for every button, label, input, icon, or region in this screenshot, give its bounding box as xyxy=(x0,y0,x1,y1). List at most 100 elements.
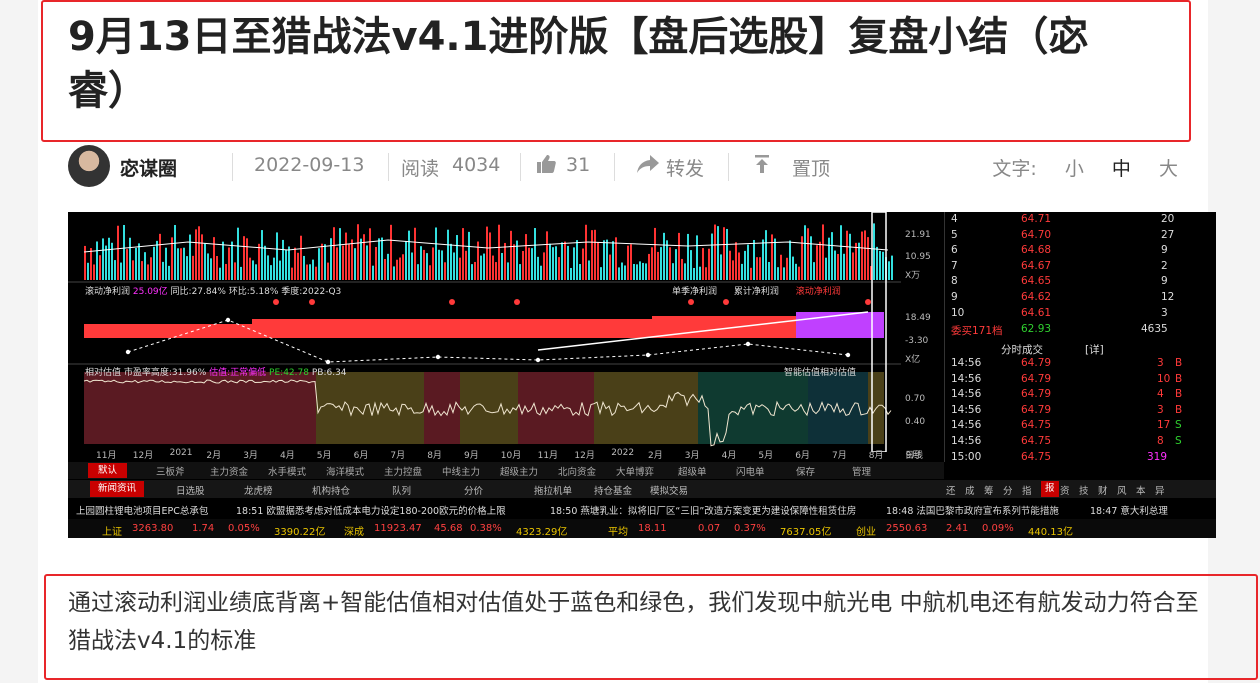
info-tab[interactable]: 分价 xyxy=(464,483,483,497)
volume-bar xyxy=(630,244,632,280)
info-tab[interactable]: 龙虎榜 xyxy=(244,483,273,497)
volume-bar xyxy=(228,247,230,280)
info-tab[interactable]: 模拟交易 xyxy=(650,483,688,497)
quote-side-tab[interactable]: 本 xyxy=(1136,483,1146,497)
quote-side-tab[interactable]: 技 xyxy=(1079,483,1089,497)
trade-row: 14:56 64.75 17 S xyxy=(951,419,1211,434)
quote-side-tab[interactable]: 指 xyxy=(1022,483,1032,497)
quote-side-tab[interactable]: 筹 xyxy=(984,483,994,497)
index-pct: 0.09% xyxy=(982,523,1014,534)
tab-rolling-profit[interactable]: 滚动净利润 xyxy=(796,287,841,297)
pin-icon[interactable] xyxy=(752,153,772,180)
volume-bar xyxy=(165,247,167,280)
indicator-tab[interactable]: 北向资金 xyxy=(558,464,596,478)
volume-bar xyxy=(153,246,155,280)
index-name[interactable]: 平均 xyxy=(608,523,628,538)
indicator-tab[interactable]: 三板斧 xyxy=(156,464,185,478)
quote-side-tab[interactable]: 风 xyxy=(1117,483,1127,497)
share-icon[interactable] xyxy=(636,153,660,180)
indicator-tab[interactable]: 默认 xyxy=(88,463,128,478)
news-item[interactable]: 18:51 欧盟据悉考虑对低成本电力设定180-200欧元的价格上限 xyxy=(236,503,506,517)
article-body: 通过滚动利润业绩底背离+智能估值相对估值处于蓝色和绿色，我们发现中航光电 中航机… xyxy=(68,590,1199,654)
volume-bar xyxy=(819,241,821,280)
volume-bar xyxy=(747,244,749,280)
ask-row: 5 64.70 27 xyxy=(951,229,1211,244)
font-size-switch: 文字: 小 中 大 xyxy=(970,154,1178,181)
pin-button[interactable]: 置顶 xyxy=(792,154,830,181)
quote-side-tab[interactable]: 还 xyxy=(946,483,956,497)
quote-side-tab[interactable]: 资 xyxy=(1060,483,1070,497)
profit-header: 滚动净利润 25.09亿 同比:27.84% 环比:5.18% 季度:2022-… xyxy=(85,287,342,297)
indicator-tab[interactable]: 超级单 xyxy=(678,464,707,478)
indicator-tab[interactable]: 水手模式 xyxy=(268,464,306,478)
news-item[interactable]: 18:48 法国巴黎市政府宣布系列节能措施 xyxy=(886,503,1059,517)
volume-bar xyxy=(744,250,746,280)
volume-bar xyxy=(132,260,134,280)
volume-bar xyxy=(282,239,284,280)
like-count[interactable]: 31 xyxy=(566,154,590,176)
volume-bar xyxy=(426,253,428,280)
order-book-panel: 4 64.71 20 5 64.70 27 6 64.68 9 7 64.67 2 8 64.65 9 9 64… xyxy=(944,212,1216,463)
volume-bar xyxy=(450,243,452,280)
news-item[interactable]: 18:47 意大利总理 xyxy=(1090,503,1168,517)
volume-bar xyxy=(423,249,425,280)
quote-side-tab[interactable]: 财 xyxy=(1098,483,1108,497)
volume-bar xyxy=(639,261,641,280)
info-tab[interactable]: 机构持仓 xyxy=(312,483,350,497)
valuation-zone xyxy=(460,372,518,444)
quote-side-tab[interactable]: 异 xyxy=(1155,483,1165,497)
index-price: 11923.47 xyxy=(374,523,422,534)
news-item[interactable]: 18:50 燕塘乳业：拟将旧厂区“三旧”改造方案变更为建设保障性租赁住房 xyxy=(550,503,856,517)
quote-side-tab[interactable]: 分 xyxy=(1003,483,1013,497)
volume-bar xyxy=(783,267,785,280)
volume-bar xyxy=(669,247,671,280)
volume-bar xyxy=(795,263,797,280)
indicator-tab[interactable]: 闪电单 xyxy=(736,464,765,478)
info-tab[interactable]: 日选股 xyxy=(176,483,205,497)
quote-side-tab[interactable]: 成 xyxy=(965,483,975,497)
quote-side-tab[interactable]: 报 xyxy=(1041,481,1059,497)
volume-bar xyxy=(711,233,713,280)
tab-quarter-profit[interactable]: 单季净利润 xyxy=(672,287,717,297)
indicator-tab[interactable]: 主力控盘 xyxy=(384,464,422,478)
like-button[interactable] xyxy=(535,153,557,180)
ask-row: 4 64.71 20 xyxy=(951,213,1211,228)
indicator-tab[interactable]: 管理 xyxy=(852,464,871,478)
volume-bar xyxy=(297,252,299,280)
volume-bar xyxy=(663,232,665,280)
font-large-option[interactable]: 大 xyxy=(1159,158,1178,180)
report-marker xyxy=(273,299,279,305)
volume-bar xyxy=(648,253,650,280)
font-medium-option[interactable]: 中 xyxy=(1112,158,1131,180)
indicator-tab[interactable]: 海洋模式 xyxy=(326,464,364,478)
info-tab[interactable]: 拖拉机单 xyxy=(534,483,572,497)
volume-bar xyxy=(252,260,254,280)
indicator-tab[interactable]: 保存 xyxy=(796,464,815,478)
indicator-tab[interactable]: 中线主力 xyxy=(442,464,480,478)
info-tab[interactable]: 队列 xyxy=(392,483,411,497)
ask-row: 6 64.68 9 xyxy=(951,244,1211,259)
share-button[interactable]: 转发 xyxy=(666,154,704,181)
index-change: 2.41 xyxy=(946,523,969,534)
author-name[interactable]: 宓谋圈 xyxy=(120,154,177,181)
vol-axis-label: 21.91 xyxy=(905,230,931,240)
vol-unit-label: X万 xyxy=(905,271,921,281)
indicator-tab[interactable]: 大单博弈 xyxy=(616,464,654,478)
info-tab[interactable]: 新闻资讯 xyxy=(90,481,145,497)
author-avatar[interactable] xyxy=(68,145,110,187)
index-name[interactable]: 上证 xyxy=(102,523,122,538)
trade-side: B xyxy=(1175,372,1183,385)
news-item[interactable]: 上园圆柱锂电池项目EPC总承包 xyxy=(76,503,208,517)
stock-software-screenshot: 滚动净利润 25.09亿 同比:27.84% 环比:5.18% 季度:2022-… xyxy=(68,212,1216,538)
index-name[interactable]: 创业 xyxy=(856,523,876,538)
indicator-tab[interactable]: 主力资金 xyxy=(210,464,248,478)
info-tab[interactable]: 持仓基金 xyxy=(594,483,632,497)
tab-cumulative-profit[interactable]: 累计净利润 xyxy=(734,287,779,297)
indicator-tab[interactable]: 超级主力 xyxy=(500,464,538,478)
trades-detail-link[interactable]: [详] xyxy=(1085,342,1104,357)
profit-bar xyxy=(252,319,652,338)
volume-bar xyxy=(417,264,419,280)
index-name[interactable]: 深成 xyxy=(344,523,364,538)
volume-bar xyxy=(327,262,329,280)
font-small-option[interactable]: 小 xyxy=(1065,158,1084,180)
